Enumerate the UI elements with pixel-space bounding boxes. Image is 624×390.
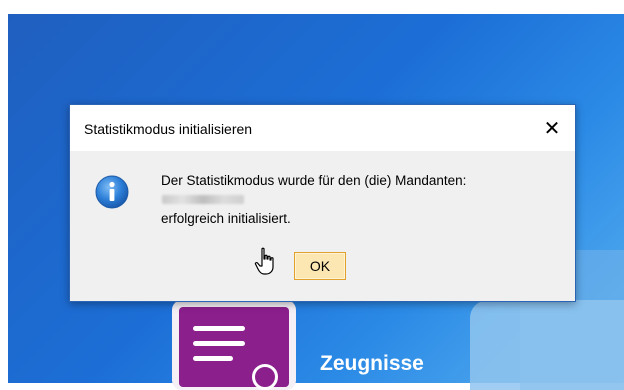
message-line: Der Statistikmodus wurde für den (die) M… [161,173,467,188]
message-dialog: Statistikmodus initialisieren ✕ Der Stat… [69,104,576,302]
left-margin [0,0,8,383]
hand-cursor-icon [254,247,274,275]
close-button[interactable]: ✕ [529,105,575,151]
dialog-titlebar[interactable]: Statistikmodus initialisieren ✕ [70,105,575,151]
tile-icon-line [193,341,245,346]
tile-icon-line [193,326,245,331]
message-line: erfolgreich initialisiert. [161,211,291,226]
info-icon [95,175,129,209]
tile-label[interactable]: Zeugnisse [320,352,424,376]
tile-icon-line [193,356,233,361]
background-shape [470,300,624,390]
ok-button-label: OK [309,258,331,274]
tile-icon-circle [252,364,278,390]
dialog-title: Statistikmodus initialisieren [84,121,253,137]
redacted-client-name [162,195,244,204]
ok-button[interactable]: OK [294,252,346,280]
close-icon: ✕ [543,117,561,140]
top-margin [0,0,624,14]
dialog-message: Der Statistikmodus wurde für den (die) M… [161,171,466,229]
dialog-body: Der Statistikmodus wurde für den (die) M… [70,151,575,301]
